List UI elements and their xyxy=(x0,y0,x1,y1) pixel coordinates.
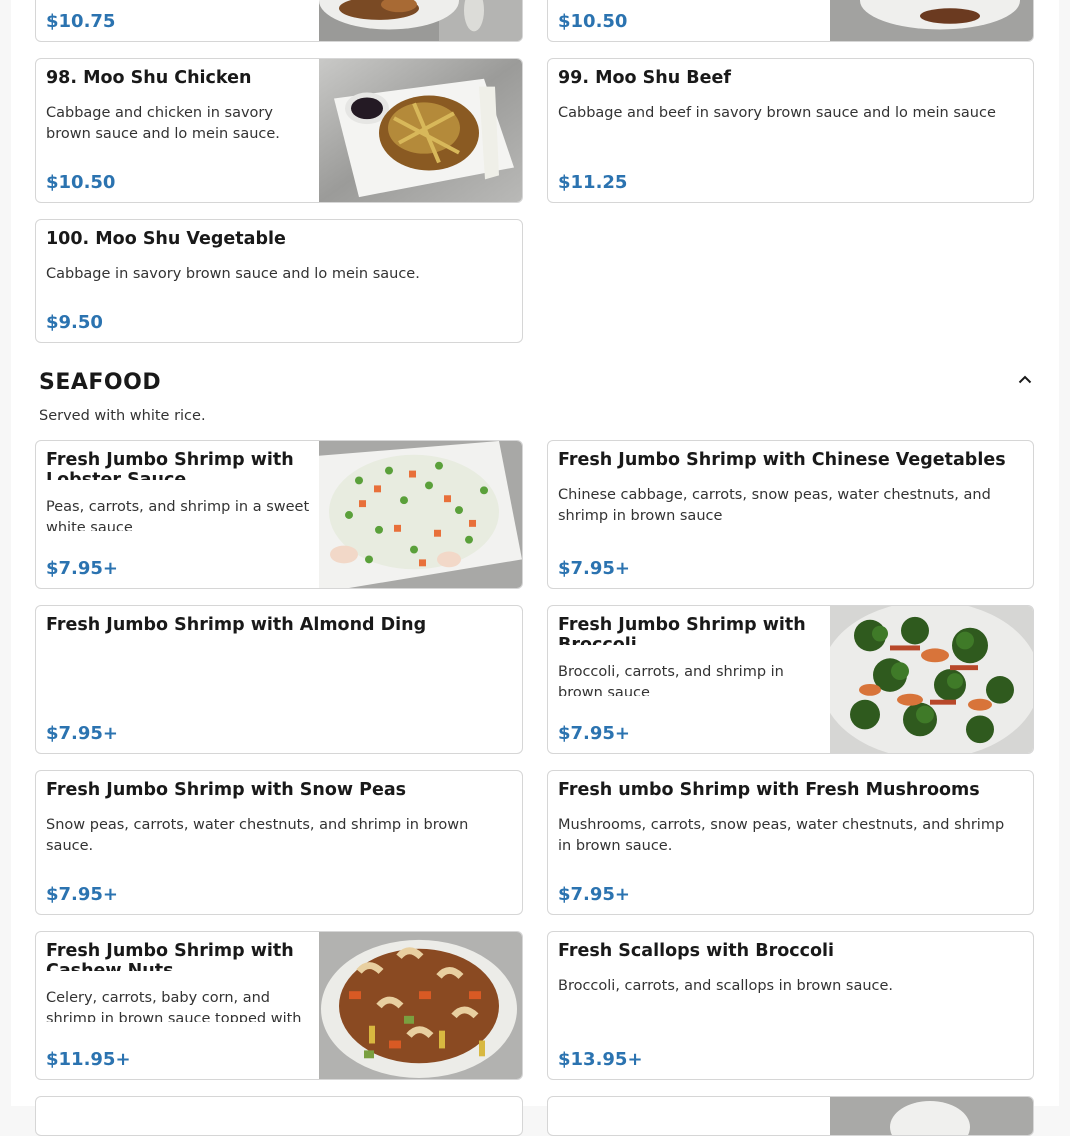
item-price: $10.75 xyxy=(46,11,116,32)
item-title: Fresh Jumbo Shrimp with Lobster Sauce xyxy=(46,450,294,480)
menu-item-card[interactable]: Fresh Jumbo Shrimp with Chinese Vegetabl… xyxy=(547,440,1034,589)
item-title: 99. Moo Shu Beef xyxy=(558,68,731,88)
collapse-section-button[interactable] xyxy=(1014,368,1036,390)
item-description: Snow peas, carrots, water chestnuts, and… xyxy=(46,817,469,854)
item-description: Celery, carrots, baby corn, and shrimp i… xyxy=(46,990,302,1022)
item-price: $7.95+ xyxy=(46,558,119,579)
menu-item-card[interactable]: Fresh umbo Shrimp with Fresh Mushrooms M… xyxy=(547,770,1034,915)
item-description: Mushrooms, carrots, snow peas, water che… xyxy=(558,817,1005,854)
item-description: Cabbage and beef in savory brown sauce a… xyxy=(558,105,996,121)
item-title: Fresh Jumbo Shrimp with Chinese Vegetabl… xyxy=(558,450,1006,470)
item-price: $7.95+ xyxy=(558,558,631,579)
item-title: Fresh umbo Shrimp with Fresh Mushrooms xyxy=(558,780,980,800)
menu-item-card[interactable]: 99. Moo Shu Beef Cabbage and beef in sav… xyxy=(547,58,1034,203)
item-price: $10.50 xyxy=(46,172,116,193)
menu-item-card[interactable]: 100. Moo Shu Vegetable Cabbage in savory… xyxy=(35,219,523,343)
item-price: $10.50 xyxy=(558,11,628,32)
menu-item-card[interactable]: Fresh Scallops with Broccoli Broccoli, c… xyxy=(547,931,1034,1080)
section-subtitle: Served with white rice. xyxy=(39,408,206,424)
item-price: $9.50 xyxy=(46,312,103,333)
item-title: Fresh Jumbo Shrimp with Snow Peas xyxy=(46,780,407,800)
menu-item-card[interactable] xyxy=(35,1096,523,1136)
item-title: Fresh Scallops with Broccoli xyxy=(558,941,834,961)
menu-item-card[interactable]: Fresh Jumbo Shrimp with Broccoli Broccol… xyxy=(547,605,1034,754)
menu-item-card[interactable] xyxy=(547,1096,1034,1136)
shrimp-broccoli-photo xyxy=(830,606,1033,753)
shrimp-lobster-sauce-photo xyxy=(319,441,522,588)
moo-shu-chicken-photo xyxy=(319,59,522,202)
item-description: Peas, carrots, and shrimp in a sweet whi… xyxy=(46,499,310,531)
shrimp-cashew-photo xyxy=(319,932,522,1079)
menu-item-card[interactable]: $10.50 xyxy=(547,0,1034,42)
menu-item-card[interactable]: $10.75 xyxy=(35,0,523,42)
dish-photo xyxy=(830,1097,1033,1135)
item-title: Fresh Jumbo Shrimp with Broccoli xyxy=(558,615,806,645)
item-price: $7.95+ xyxy=(558,884,631,905)
menu-item-card[interactable]: Fresh Jumbo Shrimp with Almond Ding $7.9… xyxy=(35,605,523,754)
item-title: Fresh Jumbo Shrimp with Almond Ding xyxy=(46,615,427,635)
item-title: 100. Moo Shu Vegetable xyxy=(46,229,286,249)
item-description: Broccoli, carrots, and shrimp in brown s… xyxy=(558,664,784,696)
item-description: Cabbage in savory brown sauce and lo mei… xyxy=(46,266,420,282)
item-price: $7.95+ xyxy=(46,723,119,744)
dish-photo xyxy=(830,0,1033,41)
item-price: $13.95+ xyxy=(558,1049,643,1070)
item-description: Chinese cabbage, carrots, snow peas, wat… xyxy=(558,487,991,524)
item-description: Broccoli, carrots, and scallops in brown… xyxy=(558,978,894,994)
menu-item-card[interactable]: 98. Moo Shu Chicken Cabbage and chicken … xyxy=(35,58,523,203)
menu-item-card[interactable]: Fresh Jumbo Shrimp with Lobster Sauce Pe… xyxy=(35,440,523,589)
menu-item-card[interactable]: Fresh Jumbo Shrimp with Snow Peas Snow p… xyxy=(35,770,523,915)
item-price: $11.25 xyxy=(558,172,628,193)
item-title: Fresh Jumbo Shrimp with Cashew Nuts xyxy=(46,941,294,971)
menu-item-card[interactable]: Fresh Jumbo Shrimp with Cashew Nuts Cele… xyxy=(35,931,523,1080)
item-price: $7.95+ xyxy=(558,723,631,744)
chevron-up-icon xyxy=(1018,375,1032,383)
item-description: Cabbage and chicken in savory brown sauc… xyxy=(46,105,280,142)
section-title: SEAFOOD xyxy=(39,370,162,395)
dish-photo xyxy=(319,0,522,41)
item-price: $7.95+ xyxy=(46,884,119,905)
item-title: 98. Moo Shu Chicken xyxy=(46,68,252,88)
item-price: $11.95+ xyxy=(46,1049,131,1070)
